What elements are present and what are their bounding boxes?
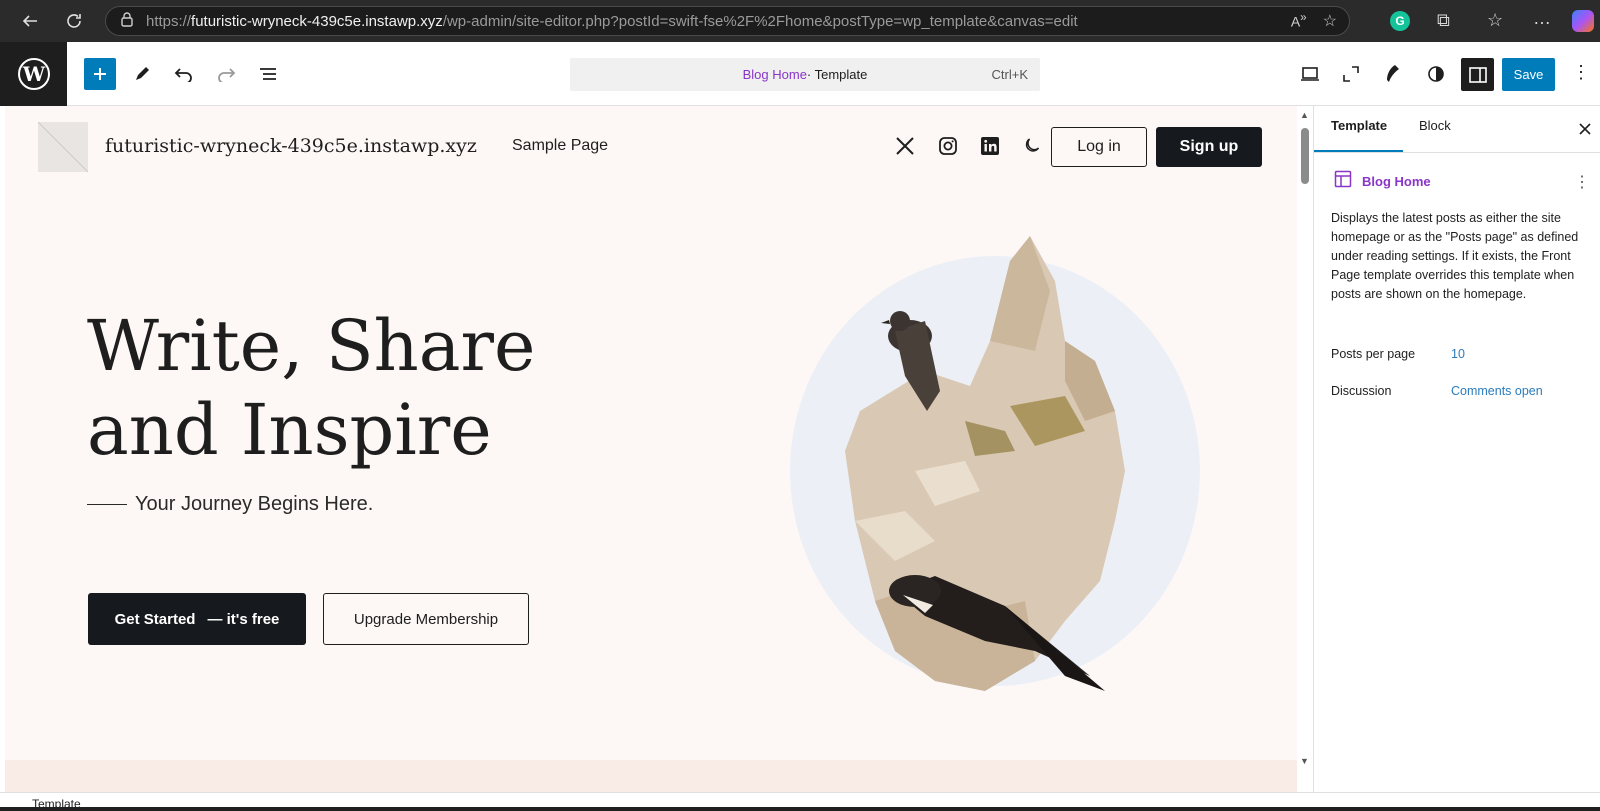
tab-block[interactable]: Block bbox=[1419, 118, 1451, 133]
hero-heading[interactable]: Write, Share and Inspire bbox=[87, 304, 647, 472]
editor-canvas-wrapper: futuristic-wryneck-439c5e.instawp.xyz Sa… bbox=[0, 106, 1313, 792]
site-title[interactable]: futuristic-wryneck-439c5e.instawp.xyz bbox=[105, 135, 477, 157]
discussion-label: Discussion bbox=[1331, 384, 1392, 398]
breadcrumb-template[interactable]: Template bbox=[32, 797, 81, 811]
command-shortcut: Ctrl+K bbox=[991, 67, 1028, 82]
upgrade-membership-button[interactable]: Upgrade Membership bbox=[323, 593, 529, 645]
svg-text:W: W bbox=[21, 62, 45, 86]
block-breadcrumb-bar: Template bbox=[0, 792, 1600, 811]
hero-heading-line-2: and Inspire bbox=[87, 389, 492, 471]
styles-contrast-icon[interactable] bbox=[1420, 58, 1452, 90]
site-logo-placeholder[interactable] bbox=[37, 121, 89, 173]
favorites-icon[interactable]: ☆ bbox=[1487, 10, 1503, 31]
address-bar[interactable]: https://futuristic-wryneck-439c5e.instaw… bbox=[105, 6, 1350, 36]
lock-icon bbox=[120, 11, 134, 32]
add-block-button[interactable] bbox=[84, 58, 116, 90]
scroll-down-arrow-icon[interactable]: ▼ bbox=[1300, 756, 1309, 766]
close-icon[interactable] bbox=[1576, 120, 1594, 138]
browser-toolbar: https://futuristic-wryneck-439c5e.instaw… bbox=[0, 0, 1600, 42]
discussion-value[interactable]: Comments open bbox=[1451, 384, 1543, 398]
hero-subtitle-text: Your Journey Begins Here. bbox=[135, 493, 374, 515]
read-aloud-icon[interactable]: A» bbox=[1291, 11, 1307, 31]
options-kebab-icon[interactable]: ⋮ bbox=[1572, 62, 1590, 83]
canvas-scrollbar[interactable]: ▲ ▼ bbox=[1297, 106, 1313, 792]
pencil-tool-icon[interactable] bbox=[126, 58, 158, 90]
dark-mode-moon-icon[interactable] bbox=[1021, 135, 1043, 157]
subtitle-dash bbox=[87, 504, 127, 505]
scroll-up-arrow-icon[interactable]: ▲ bbox=[1300, 110, 1309, 120]
editor-toolbar: W Blog Home · Template Ctrl+K Save ⋮ bbox=[0, 42, 1600, 106]
get-started-button[interactable]: Get Started — it's free bbox=[88, 593, 306, 645]
editor-canvas[interactable]: futuristic-wryneck-439c5e.instawp.xyz Sa… bbox=[5, 106, 1297, 792]
reload-icon[interactable] bbox=[62, 9, 86, 33]
posts-per-page-value[interactable]: 10 bbox=[1451, 347, 1465, 361]
x-social-icon[interactable] bbox=[894, 135, 916, 157]
desktop-preview-icon[interactable] bbox=[1294, 58, 1326, 90]
copilot-icon[interactable] bbox=[1572, 10, 1594, 32]
layout-template-icon bbox=[1334, 170, 1352, 193]
login-button[interactable]: Log in bbox=[1051, 127, 1147, 167]
command-template-name: Blog Home bbox=[742, 67, 807, 82]
back-icon[interactable] bbox=[18, 9, 42, 33]
grammarly-icon[interactable]: G bbox=[1390, 11, 1410, 31]
settings-sidebar: Template Block Blog Home ⋮ Displays the … bbox=[1313, 106, 1600, 792]
hero-heading-line-1: Write, Share bbox=[87, 305, 536, 387]
template-description: Displays the latest posts as either the … bbox=[1331, 211, 1579, 301]
zoom-out-icon[interactable] bbox=[1335, 58, 1367, 90]
get-started-suffix: — it's free bbox=[207, 610, 280, 628]
undo-icon[interactable] bbox=[168, 58, 200, 90]
linkedin-icon[interactable] bbox=[979, 135, 1001, 157]
next-section-band bbox=[5, 760, 1297, 792]
tabs-divider bbox=[1314, 152, 1600, 153]
style-book-icon[interactable] bbox=[1376, 58, 1408, 90]
command-template-type: · Template bbox=[806, 67, 868, 82]
template-actions-icon[interactable]: ⋮ bbox=[1574, 172, 1590, 192]
more-icon[interactable]: … bbox=[1533, 8, 1551, 29]
document-overview-icon[interactable] bbox=[252, 58, 284, 90]
tab-template[interactable]: Template bbox=[1331, 118, 1387, 133]
instagram-icon[interactable] bbox=[937, 135, 959, 157]
posts-per-page-label: Posts per page bbox=[1331, 347, 1416, 361]
command-palette-bar[interactable]: Blog Home · Template Ctrl+K bbox=[570, 58, 1040, 91]
redo-icon[interactable] bbox=[210, 58, 242, 90]
settings-sidebar-toggle[interactable] bbox=[1461, 58, 1494, 91]
wordpress-logo-icon[interactable]: W bbox=[0, 42, 67, 106]
template-title: Blog Home bbox=[1362, 174, 1431, 189]
signup-button[interactable]: Sign up bbox=[1156, 127, 1262, 167]
get-started-label: Get Started bbox=[114, 610, 196, 628]
nav-item-sample-page[interactable]: Sample Page bbox=[512, 137, 608, 155]
extensions-icon[interactable]: ⧉ bbox=[1437, 10, 1450, 31]
hero-bird-illustration[interactable] bbox=[765, 221, 1205, 701]
scrollbar-thumb[interactable] bbox=[1301, 128, 1309, 184]
save-button[interactable]: Save bbox=[1502, 58, 1555, 91]
url-text: https://futuristic-wryneck-439c5e.instaw… bbox=[146, 12, 1078, 30]
template-header: Blog Home bbox=[1334, 170, 1431, 193]
hero-subtitle[interactable]: Your Journey Begins Here. bbox=[87, 493, 373, 516]
favorite-star-icon[interactable]: ☆ bbox=[1323, 11, 1337, 31]
